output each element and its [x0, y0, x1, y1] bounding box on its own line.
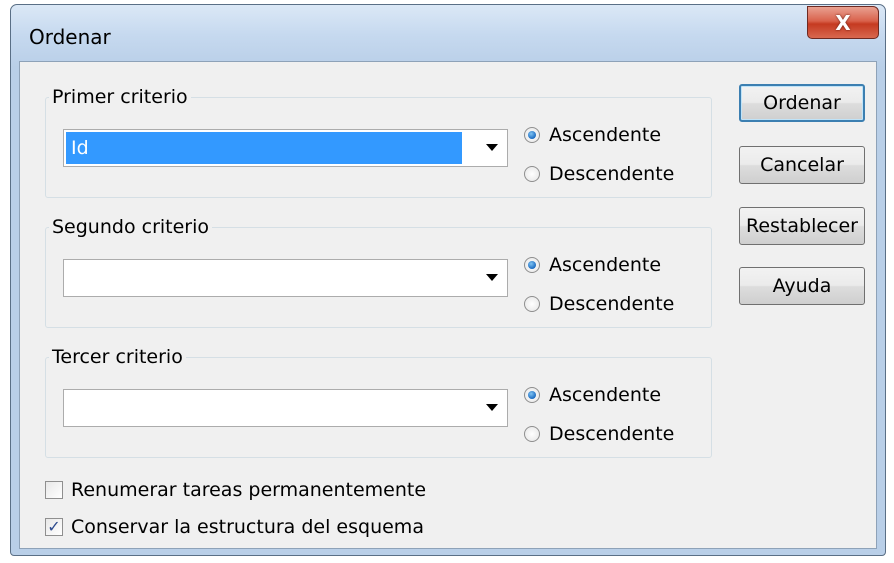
- dialog-client-area: Primer criterio Id Ascendente Descendent…: [19, 61, 877, 549]
- primary-ascending-radio[interactable]: [524, 127, 540, 143]
- reset-button[interactable]: Restablecer: [739, 207, 865, 245]
- secondary-ascending-option[interactable]: Ascendente: [524, 254, 661, 276]
- help-button[interactable]: Ayuda: [739, 267, 865, 305]
- primary-descending-label: Descendente: [549, 163, 675, 185]
- tertiary-ascending-radio[interactable]: [524, 387, 540, 403]
- close-button[interactable]: X: [807, 6, 879, 39]
- secondary-descending-radio[interactable]: [524, 296, 540, 312]
- secondary-criterion-legend: Segundo criterio: [52, 216, 210, 238]
- chevron-down-icon[interactable]: [486, 274, 498, 281]
- secondary-field-select[interactable]: [63, 259, 508, 297]
- tertiary-ascending-option[interactable]: Ascendente: [524, 384, 661, 406]
- renumber-tasks-label: Renumerar tareas permanentemente: [71, 479, 427, 501]
- sort-button[interactable]: Ordenar: [739, 84, 865, 122]
- tertiary-field-select[interactable]: [63, 389, 508, 427]
- primary-ascending-option[interactable]: Ascendente: [524, 124, 661, 146]
- close-icon: X: [835, 10, 851, 35]
- primary-field-value: Id: [66, 132, 462, 164]
- window-title: Ordenar: [29, 25, 111, 49]
- keep-outline-option[interactable]: ✓ Conservar la estructura del esquema: [45, 516, 424, 538]
- secondary-field-value: [66, 262, 462, 294]
- primary-field-select[interactable]: Id: [63, 129, 508, 167]
- primary-ascending-label: Ascendente: [549, 124, 662, 146]
- keep-outline-checkbox[interactable]: ✓: [45, 518, 63, 536]
- primary-descending-option[interactable]: Descendente: [524, 163, 674, 185]
- sort-dialog-window: Ordenar X Primer criterio Id Ascendente …: [10, 4, 886, 556]
- secondary-descending-label: Descendente: [549, 293, 675, 315]
- secondary-descending-option[interactable]: Descendente: [524, 293, 674, 315]
- secondary-ascending-radio[interactable]: [524, 257, 540, 273]
- renumber-tasks-checkbox[interactable]: [45, 481, 63, 499]
- checkmark-icon: ✓: [47, 517, 61, 536]
- tertiary-descending-option[interactable]: Descendente: [524, 423, 674, 445]
- tertiary-descending-label: Descendente: [549, 423, 675, 445]
- primary-criterion-legend: Primer criterio: [52, 86, 188, 108]
- tertiary-descending-radio[interactable]: [524, 426, 540, 442]
- tertiary-criterion-legend: Tercer criterio: [52, 346, 183, 368]
- tertiary-ascending-label: Ascendente: [549, 384, 662, 406]
- chevron-down-icon[interactable]: [486, 404, 498, 411]
- tertiary-field-value: [66, 392, 462, 424]
- cancel-button[interactable]: Cancelar: [739, 146, 865, 184]
- renumber-tasks-option[interactable]: Renumerar tareas permanentemente: [45, 479, 426, 501]
- secondary-ascending-label: Ascendente: [549, 254, 662, 276]
- primary-descending-radio[interactable]: [524, 166, 540, 182]
- title-bar[interactable]: Ordenar X: [11, 5, 885, 65]
- secondary-criterion-group: Segundo criterio Ascendente Descendente: [45, 216, 712, 328]
- tertiary-criterion-group: Tercer criterio Ascendente Descendente: [45, 346, 712, 458]
- chevron-down-icon[interactable]: [486, 144, 498, 151]
- keep-outline-label: Conservar la estructura del esquema: [71, 516, 424, 538]
- primary-criterion-group: Primer criterio Id Ascendente Descendent…: [45, 86, 712, 198]
